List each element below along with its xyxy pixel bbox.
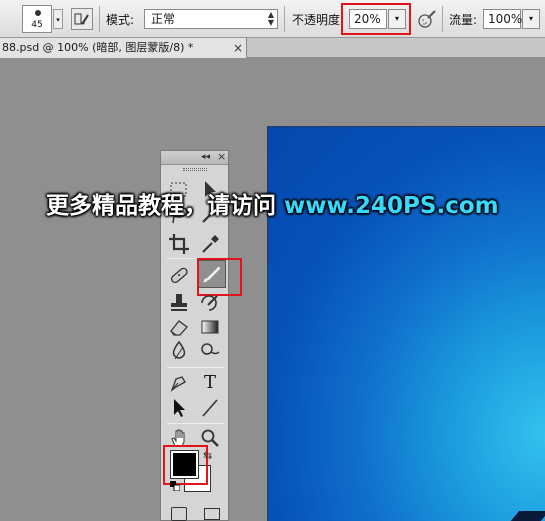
path-selection-icon bbox=[174, 399, 185, 417]
pen-tool[interactable] bbox=[167, 371, 191, 395]
line-tool[interactable] bbox=[198, 396, 222, 420]
crop-tool[interactable] bbox=[167, 232, 191, 256]
separator bbox=[442, 6, 443, 32]
opacity-highlight-box bbox=[341, 3, 411, 35]
watermark-chinese: 更多精品教程，请访问 bbox=[46, 193, 276, 219]
blur-tool[interactable] bbox=[167, 339, 191, 363]
foreground-color-highlight-box bbox=[163, 445, 208, 485]
brush-size-label: 45 bbox=[31, 20, 43, 30]
path-selection-tool[interactable] bbox=[167, 396, 191, 420]
stamp-icon bbox=[171, 294, 187, 311]
gradient-tool[interactable] bbox=[198, 315, 222, 339]
flow-input[interactable]: 100% bbox=[483, 9, 522, 29]
clone-stamp-tool[interactable] bbox=[167, 291, 191, 315]
dodge-tool[interactable] bbox=[198, 339, 222, 363]
document-tab-strip: 88.psd @ 100% (暗部, 图层蒙版/8) * × bbox=[0, 38, 545, 58]
history-brush-icon bbox=[201, 295, 218, 311]
tool-group-separator bbox=[167, 423, 224, 424]
screen-mode-icon[interactable] bbox=[204, 508, 220, 520]
blur-drop-icon bbox=[172, 340, 186, 360]
tools-panel-header[interactable]: ◂◂ × bbox=[161, 150, 228, 165]
panel-grip[interactable] bbox=[183, 168, 207, 171]
brush-preset-dropdown-button[interactable]: ▾ bbox=[53, 9, 63, 29]
bandage-icon bbox=[170, 267, 188, 284]
airbrush-toggle-button[interactable] bbox=[416, 8, 438, 30]
eyedropper-tool[interactable] bbox=[198, 232, 222, 256]
history-brush-tool[interactable] bbox=[198, 291, 222, 315]
line-icon bbox=[202, 399, 218, 417]
tool-options-bar: 45 ▾ 模式: 正常 ▲ ▼ 不透明度 20% ▾ 流量: 100% ▾ bbox=[0, 0, 545, 38]
crop-icon bbox=[169, 234, 189, 254]
watermark: 更多精品教程，请访问 www.240PS.com bbox=[46, 186, 499, 220]
eraser-icon bbox=[170, 320, 188, 336]
flow-slider-dropdown[interactable]: ▾ bbox=[522, 9, 540, 29]
watermark-url: www.240PS.com bbox=[284, 193, 499, 219]
opacity-label: 不透明度 bbox=[292, 13, 341, 27]
separator bbox=[99, 6, 100, 32]
type-tool[interactable]: T bbox=[198, 371, 222, 395]
brush-preset-picker[interactable]: 45 bbox=[22, 5, 52, 33]
airbrush-icon bbox=[418, 10, 436, 28]
toggle-brush-panel-button[interactable] bbox=[71, 8, 93, 30]
gradient-icon bbox=[201, 320, 219, 334]
tool-group-separator bbox=[167, 367, 224, 368]
document-tab-title: 88.psd @ 100% (暗部, 图层蒙版/8) * bbox=[2, 41, 194, 54]
spot-healing-brush-tool[interactable] bbox=[167, 263, 191, 287]
swap-colors-icon[interactable]: ⇆ bbox=[203, 449, 212, 462]
document-tab[interactable]: 88.psd @ 100% (暗部, 图层蒙版/8) * × bbox=[0, 38, 247, 58]
blend-mode-select[interactable]: 正常 ▲ ▼ bbox=[144, 9, 278, 29]
brush-panel-icon bbox=[74, 13, 89, 25]
quick-mask-icon[interactable] bbox=[171, 507, 187, 521]
separator bbox=[284, 6, 285, 32]
blend-mode-value: 正常 bbox=[151, 12, 176, 26]
close-icon[interactable]: × bbox=[217, 150, 226, 163]
default-colors-icon[interactable] bbox=[170, 481, 181, 492]
collapse-icon[interactable]: ◂◂ bbox=[201, 152, 210, 162]
flow-label: 流量: bbox=[449, 13, 478, 27]
pen-icon bbox=[170, 376, 186, 392]
chevron-updown-icon: ▲ ▼ bbox=[267, 10, 274, 27]
canvas-dark-corner bbox=[510, 511, 545, 521]
eyedropper-icon bbox=[202, 235, 219, 253]
mode-label: 模式: bbox=[106, 13, 135, 27]
close-icon[interactable]: × bbox=[233, 39, 243, 57]
brush-tip-icon bbox=[35, 10, 41, 16]
dodge-icon bbox=[201, 343, 220, 355]
eraser-tool[interactable] bbox=[167, 315, 191, 339]
